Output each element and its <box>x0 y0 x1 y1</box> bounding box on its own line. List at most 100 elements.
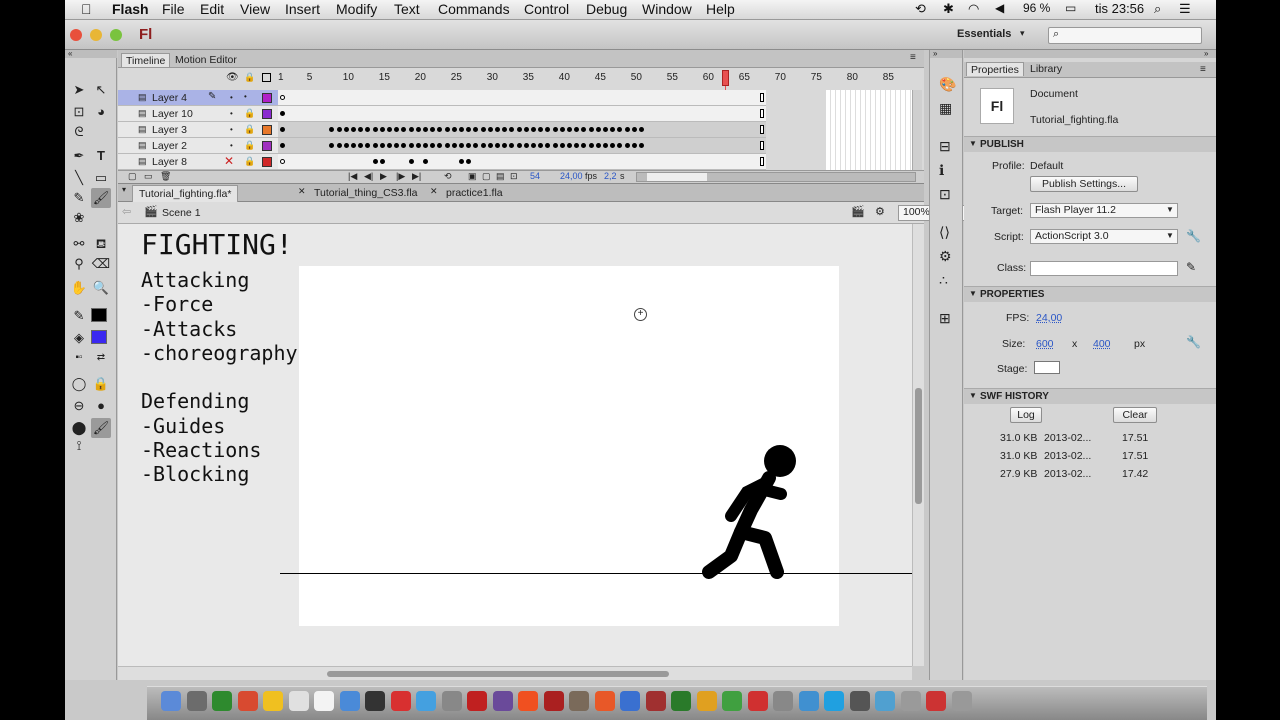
keyframe[interactable] <box>379 127 385 132</box>
keyframe[interactable] <box>459 143 464 148</box>
collapse-strip-icon[interactable]: » <box>930 50 962 58</box>
stage-color-swatch[interactable] <box>1034 361 1060 374</box>
edit-symbol-icon[interactable]: ⚙ <box>875 205 885 218</box>
wifi-icon[interactable]: ◠ <box>968 1 979 17</box>
class-input[interactable] <box>1030 261 1178 276</box>
chevron-down-icon[interactable]: ▾ <box>1020 28 1025 39</box>
stage-hscrollbar[interactable] <box>118 666 912 680</box>
selection-tool-icon[interactable]: ➤ <box>69 80 89 100</box>
help-search-input[interactable]: ⌕ <box>1048 27 1202 44</box>
keyframe[interactable] <box>538 127 544 132</box>
visible-dot-icon[interactable]: • <box>230 93 233 102</box>
minimize-button[interactable] <box>90 29 102 41</box>
doctab-fighting[interactable]: Tutorial_fighting.fla* <box>132 185 239 202</box>
script-select[interactable]: ActionScript 3.0 <box>1030 229 1178 244</box>
dock-app-icon[interactable] <box>161 691 181 711</box>
target-select[interactable]: Flash Player 11.2 <box>1030 203 1178 218</box>
onion-markers-icon[interactable]: ⊡ <box>510 171 518 182</box>
keyframe[interactable] <box>329 127 335 132</box>
rectangle-tool-icon[interactable]: ▭ <box>91 168 111 188</box>
sync-icon[interactable]: ⟲ <box>915 1 926 17</box>
clear-button[interactable]: Clear <box>1113 407 1157 423</box>
motion-presets-icon[interactable]: ∴ <box>939 272 948 289</box>
menu-window[interactable]: Window <box>642 1 692 17</box>
lasso-tool-icon[interactable]: ᘓ <box>69 122 89 142</box>
keyframe[interactable] <box>343 127 349 132</box>
keyframe[interactable] <box>545 143 551 148</box>
dock-app-icon[interactable] <box>339 691 360 711</box>
keyframe[interactable] <box>545 127 551 132</box>
defend-heading[interactable]: Defending <box>141 389 249 413</box>
keyframe[interactable] <box>444 127 450 132</box>
panel-menu-icon[interactable]: ≡ <box>1200 64 1206 75</box>
lock-icon[interactable]: 🔒 <box>244 124 255 135</box>
height-value[interactable]: 400 <box>1093 338 1111 350</box>
dock-app-icon[interactable] <box>773 691 793 711</box>
stage-vscrollbar[interactable] <box>912 224 924 666</box>
layer-name[interactable]: Layer 3 <box>152 124 187 136</box>
object-drawing-icon[interactable]: ◯ <box>69 374 89 394</box>
bluetooth-icon[interactable]: ✱ <box>943 1 954 17</box>
ground-line[interactable] <box>280 573 912 574</box>
playhead[interactable] <box>722 70 729 86</box>
keyframe[interactable] <box>336 143 342 148</box>
keyframe[interactable] <box>280 95 285 100</box>
chevron-down-icon[interactable]: ▼ <box>969 391 977 400</box>
3d-rotation-tool-icon[interactable]: ◕ <box>91 102 111 122</box>
keyframe[interactable] <box>408 143 414 148</box>
line-tool-icon[interactable]: ╲ <box>69 168 89 188</box>
layer-name[interactable]: Layer 2 <box>152 140 187 152</box>
dock-app-icon[interactable] <box>671 691 691 711</box>
lock-icon[interactable]: • <box>244 92 247 101</box>
text-tool-icon[interactable]: T <box>91 146 111 166</box>
onion-outline-icon[interactable]: ▢ <box>482 171 491 182</box>
dock-app-icon[interactable] <box>441 691 462 711</box>
edit-multiple-icon[interactable]: ▤ <box>496 171 505 182</box>
keyframe[interactable] <box>495 143 500 148</box>
menu-file[interactable]: File <box>162 1 185 17</box>
keyframe[interactable] <box>487 143 493 148</box>
menu-insert[interactable]: Insert <box>285 1 320 17</box>
keyframe[interactable] <box>423 127 428 132</box>
close-tab-icon[interactable]: ✕ <box>430 186 438 197</box>
layer-row[interactable]: ▤ Layer 4 ✎ • • <box>118 90 278 106</box>
keyframe[interactable] <box>523 143 529 148</box>
dock-app-icon[interactable] <box>569 691 589 711</box>
close-tab-icon[interactable]: ✕ <box>298 186 306 197</box>
brush-shape-icon[interactable]: ⬤ <box>69 418 89 438</box>
keyframe[interactable] <box>280 127 285 132</box>
keyframe[interactable] <box>552 143 558 148</box>
dock-app-icon[interactable] <box>288 691 309 711</box>
keyframe[interactable] <box>588 143 594 148</box>
components-icon[interactable]: ⚙ <box>939 248 952 265</box>
tools-collapse-icon[interactable]: « <box>65 50 117 58</box>
lock-icon[interactable]: 🔒 <box>244 140 255 151</box>
dock-app-icon[interactable] <box>492 691 513 711</box>
paint-bucket-tool-icon[interactable]: ⛾ <box>91 234 111 254</box>
tab-timeline[interactable]: Timeline <box>121 53 171 67</box>
attack-item[interactable]: -Attacks <box>141 317 237 341</box>
layer-color-swatch[interactable] <box>262 125 272 135</box>
free-transform-tool-icon[interactable]: ⊡ <box>69 102 89 122</box>
keyframe[interactable] <box>509 143 515 148</box>
keyframe[interactable] <box>567 127 572 132</box>
clock[interactable]: tis 23:56 <box>1095 1 1144 16</box>
publish-settings-button[interactable]: Publish Settings... <box>1030 176 1138 192</box>
keyframe[interactable] <box>280 143 285 148</box>
outline-icon[interactable] <box>262 73 271 82</box>
attack-item[interactable]: -choreography <box>141 341 298 365</box>
keyframe[interactable] <box>531 127 536 132</box>
chevron-down-icon[interactable]: ▼ <box>969 139 977 148</box>
keyframe[interactable] <box>423 159 428 164</box>
apple-menu-icon[interactable]:  <box>81 1 92 17</box>
end-frame-marker[interactable] <box>760 141 765 150</box>
keyframe[interactable] <box>358 143 364 148</box>
width-value[interactable]: 600 <box>1036 338 1054 350</box>
layer-row[interactable]: ▤ Layer 2 • 🔒 <box>118 138 278 154</box>
keyframe[interactable] <box>437 143 443 148</box>
info-panel-icon[interactable]: ℹ <box>939 162 944 179</box>
keyframe[interactable] <box>365 143 371 148</box>
smooth-icon[interactable]: ⟟ <box>69 436 89 456</box>
dock-app-icon[interactable] <box>926 691 946 711</box>
dock-app-icon[interactable] <box>951 691 972 711</box>
